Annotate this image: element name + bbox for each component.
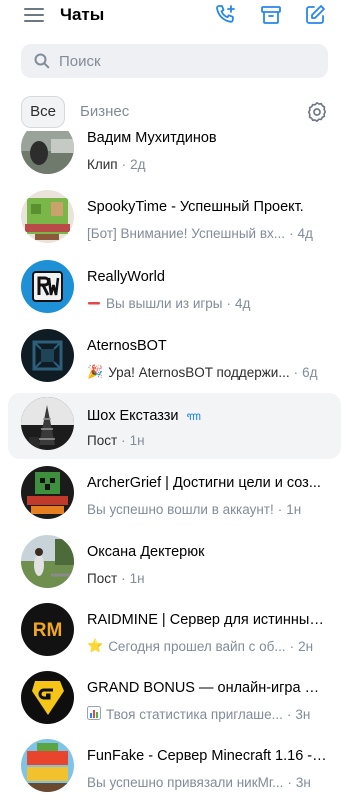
chat-row[interactable]: GRAND BONUS — онлайн-игра на ... Твоя ст… bbox=[8, 670, 341, 736]
tab-business[interactable]: Бизнес bbox=[80, 96, 129, 128]
avatar-grandbonus-logo bbox=[21, 671, 74, 724]
chat-time: 3н bbox=[295, 774, 311, 790]
svg-text:RM: RM bbox=[33, 620, 63, 641]
chat-time: 4д bbox=[297, 225, 313, 241]
avatar-archergrief-logo bbox=[21, 466, 74, 519]
chat-row[interactable]: Вадим Мухитдинов Клип · 2д bbox=[8, 131, 341, 186]
chat-row-active[interactable]: Шох Екстаззи ꦟ Пост · 1н bbox=[8, 393, 341, 459]
search-icon bbox=[34, 53, 50, 69]
chat-preview-text: Пост bbox=[87, 570, 118, 586]
chat-row[interactable]: FunFake - Сервер Minecraft 1.16 - ... Вы… bbox=[8, 738, 341, 800]
chat-name: GRAND BONUS — онлайн-игра на ... bbox=[87, 680, 327, 696]
separator-dot: · bbox=[287, 774, 292, 790]
chat-preview: [Бот] Внимание! Успешный вх... · 4д bbox=[87, 224, 327, 242]
chat-row[interactable]: Оксана Дектерюк Пост · 1н bbox=[8, 534, 341, 600]
chat-preview-text: Твоя статистика приглаше... bbox=[106, 706, 283, 722]
chat-name: SpookyTime - Успешный Проект. bbox=[87, 199, 304, 215]
search-bar[interactable] bbox=[21, 44, 328, 78]
chat-name: Шох Екстаззи bbox=[87, 408, 179, 424]
top-bar: Чаты bbox=[0, 0, 349, 34]
star-icon: ⭐ bbox=[87, 638, 104, 653]
separator-dot: · bbox=[289, 225, 294, 241]
avatar-spookytime-logo bbox=[21, 190, 74, 243]
chat-preview: Вы вышли из игры · 4д bbox=[87, 294, 327, 312]
compose-icon[interactable] bbox=[303, 3, 327, 27]
chat-row[interactable]: ArcherGrief | Достигни цели и соз... Вы … bbox=[8, 465, 341, 531]
chat-preview: ⭐ Сегодня прошел вайп с об... · 2н bbox=[87, 637, 327, 655]
chat-preview-text: Клип bbox=[87, 156, 118, 172]
chat-preview-text: Ура! AternosBOT поддержи... bbox=[108, 364, 290, 380]
chat-preview: Пост · 1н bbox=[87, 569, 327, 587]
chat-name: FunFake - Сервер Minecraft 1.16 - ... bbox=[87, 748, 327, 764]
chat-preview: Пост · 1н bbox=[87, 431, 327, 449]
menu-icon[interactable] bbox=[24, 7, 44, 23]
badge-icon: ꦟ bbox=[186, 409, 201, 423]
separator-dot: · bbox=[121, 432, 126, 448]
separator-dot: · bbox=[277, 501, 283, 517]
chat-time: 1н bbox=[129, 432, 145, 448]
chat-preview: Вы успешно вошли в аккаунт! · 1н bbox=[87, 500, 327, 518]
search-input[interactable] bbox=[59, 44, 309, 78]
separator-dot: · bbox=[286, 706, 292, 722]
chat-time: 2н bbox=[298, 638, 314, 654]
chat-name: Вадим Мухитдинов bbox=[87, 131, 217, 146]
party-icon: 🎉 bbox=[87, 364, 104, 379]
chat-list: Вадим Мухитдинов Клип · 2д SpookyTime - … bbox=[0, 131, 349, 800]
separator-dot: · bbox=[293, 364, 299, 380]
minus-icon bbox=[87, 296, 101, 311]
chat-preview-text: Пост bbox=[87, 432, 118, 448]
avatar-photo-landscape bbox=[21, 131, 74, 174]
page-title: Чаты bbox=[60, 5, 105, 24]
chat-row[interactable]: RM RAIDMINE | Сервер для истинных ... ⭐ … bbox=[8, 602, 341, 668]
avatar-raidmine-logo: RM bbox=[21, 603, 74, 656]
chat-preview-text: Вы успешно вошли в аккаунт! bbox=[87, 501, 274, 517]
chat-time: 1н bbox=[286, 501, 302, 517]
chat-name: ArcherGrief | Достигни цели и соз... bbox=[87, 475, 321, 491]
settings-icon[interactable] bbox=[306, 101, 328, 123]
chat-name: Оксана Дектерюк bbox=[87, 544, 205, 560]
chat-row[interactable]: ReallyWorld Вы вышли из игры · 4д bbox=[8, 259, 341, 325]
avatar-reallyworld-logo bbox=[21, 260, 74, 313]
chat-name-wrapper: Шох Екстаззи ꦟ bbox=[87, 407, 201, 431]
chat-time: 4д bbox=[235, 295, 251, 311]
chart-icon bbox=[87, 705, 101, 723]
separator-dot: · bbox=[121, 570, 126, 586]
archive-icon[interactable] bbox=[259, 3, 283, 27]
chat-row[interactable]: SpookyTime - Успешный Проект. [Бот] Вним… bbox=[8, 189, 341, 255]
chat-time: 3н bbox=[295, 706, 311, 722]
chat-time: 2д bbox=[130, 156, 146, 172]
chat-preview-text: [Бот] Внимание! Успешный вх... bbox=[87, 225, 285, 241]
chat-preview: 🎉 Ура! AternosBOT поддержи... · 6д bbox=[87, 363, 327, 381]
avatar-aternos-logo bbox=[21, 329, 74, 382]
chat-preview: Вы успешно привязали никМг... · 3н bbox=[87, 773, 327, 791]
chat-row[interactable]: AternosBOT 🎉 Ура! AternosBOT поддержи...… bbox=[8, 328, 341, 394]
chat-preview-text: Вы вышли из игры bbox=[106, 295, 223, 311]
call-add-icon[interactable] bbox=[214, 3, 238, 27]
avatar-photo-park bbox=[21, 535, 74, 588]
chat-preview: Твоя статистика приглаше... · 3н bbox=[87, 705, 327, 723]
avatar-photo-tower bbox=[21, 397, 74, 450]
chat-preview: Клип · 2д bbox=[87, 155, 327, 173]
chat-name: RAIDMINE | Сервер для истинных ... bbox=[87, 612, 327, 628]
tab-all[interactable]: Все bbox=[21, 96, 65, 128]
separator-dot: · bbox=[121, 156, 127, 172]
separator-dot: · bbox=[289, 638, 295, 654]
chat-preview-text: Сегодня прошел вайп с об... bbox=[108, 638, 286, 654]
chat-preview-text: Вы успешно привязали никМг... bbox=[87, 774, 284, 790]
chat-name: ReallyWorld bbox=[87, 269, 165, 285]
separator-dot: · bbox=[226, 295, 232, 311]
avatar-funfake-logo bbox=[21, 739, 74, 792]
chat-time: 6д bbox=[302, 364, 318, 380]
chat-time: 1н bbox=[129, 570, 145, 586]
chat-name: AternosBOT bbox=[87, 338, 167, 354]
